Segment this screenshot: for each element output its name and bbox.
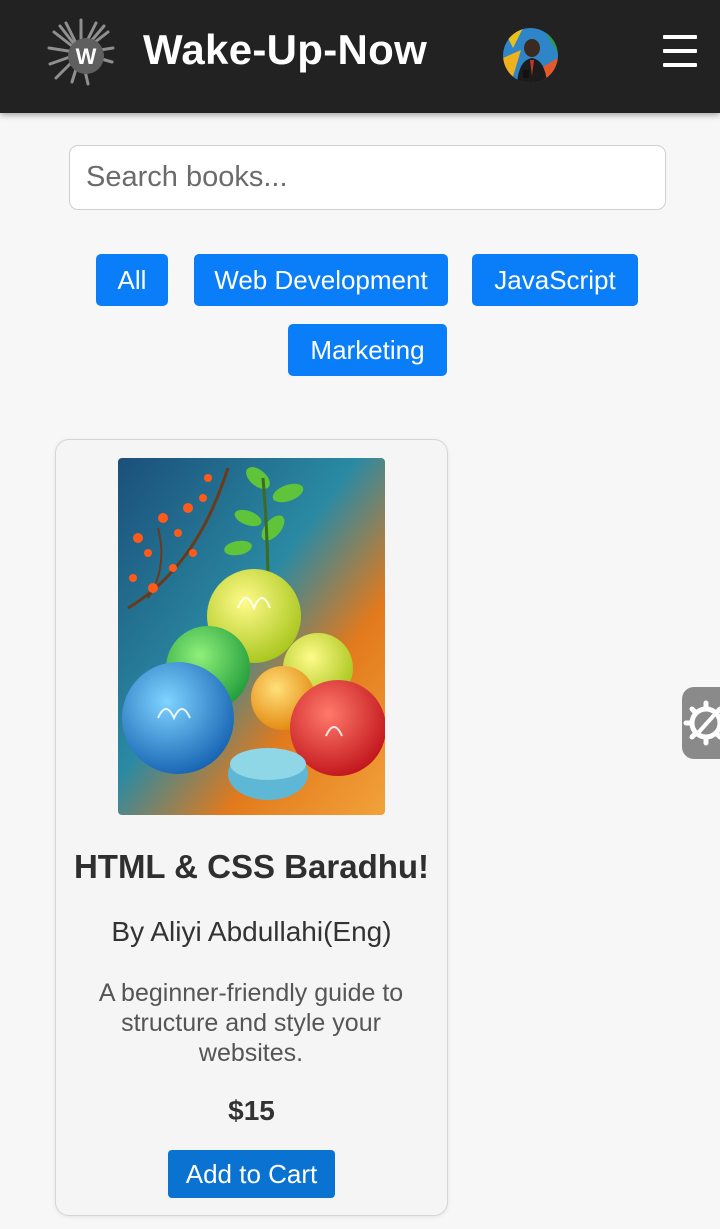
book-price: $15 xyxy=(228,1095,275,1126)
user-avatar[interactable] xyxy=(503,28,558,83)
book-card: HTML & CSS Baradhu! By Aliyi Abdullahi(E… xyxy=(55,439,448,1216)
search-input[interactable] xyxy=(69,145,666,210)
brand-title[interactable]: Wake-Up-Now xyxy=(143,26,427,74)
book-cover-image[interactable] xyxy=(118,458,385,815)
category-chip-javascript[interactable]: JavaScript xyxy=(472,254,638,306)
book-title[interactable]: HTML & CSS Baradhu! xyxy=(56,848,447,886)
category-chip-all[interactable]: All xyxy=(96,254,168,306)
add-to-cart-button[interactable]: Add to Cart xyxy=(168,1150,335,1198)
category-chip-web-development[interactable]: Web Development xyxy=(194,254,448,306)
book-description: A beginner-friendly guide to structure a… xyxy=(98,979,404,1067)
gear-icon[interactable] xyxy=(682,687,720,759)
book-author: By Aliyi Abdullahi(Eng) xyxy=(111,916,392,947)
hamburger-menu-icon[interactable] xyxy=(660,33,700,69)
logo-letter: W xyxy=(76,44,97,69)
category-chip-marketing[interactable]: Marketing xyxy=(288,324,447,376)
logo-icon[interactable]: W xyxy=(46,18,116,88)
app-header: W Wake-Up-Now xyxy=(0,0,720,113)
